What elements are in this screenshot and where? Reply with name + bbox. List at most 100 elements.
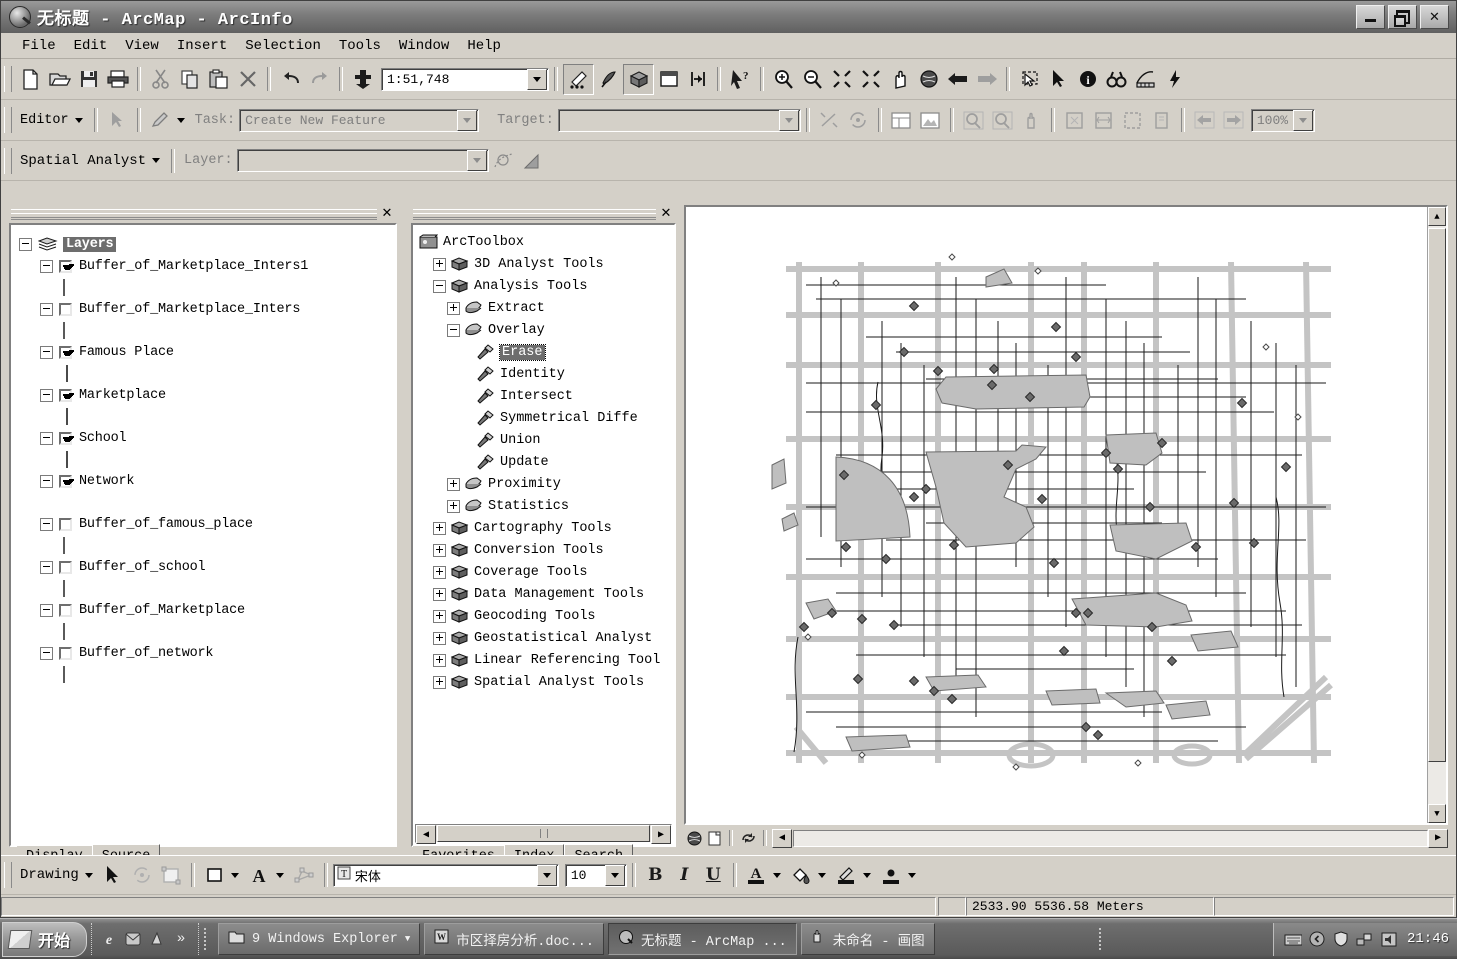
expander-plus-icon[interactable]: [447, 500, 460, 513]
toc-close-icon[interactable]: ✕: [379, 205, 395, 221]
copy-icon[interactable]: [175, 65, 204, 94]
chevron-down-icon[interactable]: [537, 865, 557, 886]
menu-edit[interactable]: Edit: [65, 36, 117, 56]
cut-icon[interactable]: [146, 65, 175, 94]
go-forward-extent-icon[interactable]: [1219, 106, 1248, 135]
font-color-icon[interactable]: A: [742, 861, 771, 890]
redo-icon[interactable]: [305, 65, 334, 94]
layer-symbol-swatch[interactable]: [63, 495, 64, 510]
edit-target-combo[interactable]: [558, 109, 801, 132]
georef-zoom-out-icon[interactable]: [988, 106, 1017, 135]
layer-symbol-row[interactable]: [19, 578, 395, 599]
expander-minus-icon[interactable]: [447, 324, 460, 337]
layer-symbol-row[interactable]: [19, 621, 395, 642]
go-back-extent-icon[interactable]: [1190, 106, 1219, 135]
layer-symbol-swatch[interactable]: [63, 624, 65, 639]
fixed-zoom-out-icon[interactable]: [856, 65, 885, 94]
scroll-left-icon[interactable]: ◀: [416, 825, 436, 844]
arctoolbox-node-3d-analyst-tools[interactable]: 3D Analyst Tools: [419, 253, 674, 275]
keyboard-icon[interactable]: [1284, 930, 1302, 948]
select-elements-icon[interactable]: [1044, 65, 1073, 94]
marker-color-icon[interactable]: [877, 861, 906, 890]
expander-minus-icon[interactable]: [40, 647, 53, 660]
toc-layer-row[interactable]: Buffer_of_Marketplace: [19, 599, 395, 621]
network-icon[interactable]: [1356, 930, 1374, 948]
expander-minus-icon[interactable]: [19, 238, 32, 251]
chevron-down-icon[interactable]: [773, 873, 781, 878]
arctoolbox-icon[interactable]: [623, 64, 654, 95]
line-color-icon[interactable]: [832, 861, 861, 890]
toc-drag-bars[interactable]: [11, 209, 377, 220]
show-hidden-icons-icon[interactable]: [1308, 930, 1326, 948]
fixed-zoom-in-icon[interactable]: [827, 65, 856, 94]
new-text-icon[interactable]: A: [245, 861, 274, 890]
toc-layer-row[interactable]: Buffer_of_Marketplace_Inters: [19, 298, 395, 320]
layer-symbol-row[interactable]: [19, 363, 395, 384]
layer-symbol-swatch[interactable]: [63, 667, 65, 682]
internet-explorer-icon[interactable]: e: [99, 929, 119, 949]
start-button[interactable]: 开始: [2, 922, 87, 957]
add-data-icon[interactable]: [348, 65, 377, 94]
refresh-view-icon[interactable]: [738, 829, 758, 848]
toc-layer-row[interactable]: Buffer_of_network: [19, 642, 395, 664]
menu-selection[interactable]: Selection: [236, 36, 330, 56]
hscroll-thumb[interactable]: [437, 825, 650, 842]
expander-plus-icon[interactable]: [433, 676, 446, 689]
arctoolbox-node-statistics[interactable]: Statistics: [419, 495, 674, 517]
toc-layer-row[interactable]: Buffer_of_Marketplace_Inters1: [19, 255, 395, 277]
toc-layer-row[interactable]: Famous Place: [19, 341, 395, 363]
layer-visibility-checkbox[interactable]: [59, 260, 72, 273]
split-tool-icon[interactable]: [815, 106, 844, 135]
expander-minus-icon[interactable]: [40, 561, 53, 574]
arctoolbox-body[interactable]: ArcToolbox 3D Analyst ToolsAnalysis Tool…: [411, 223, 676, 847]
layer-visibility-checkbox[interactable]: [59, 604, 72, 617]
lightning-icon[interactable]: [1160, 65, 1189, 94]
find-icon[interactable]: [1102, 65, 1131, 94]
layer-visibility-checkbox[interactable]: [59, 346, 72, 359]
toolbar-grip[interactable]: [4, 66, 12, 92]
arctoolbox-node-erase[interactable]: Erase: [419, 341, 674, 363]
chevron-down-icon[interactable]: [908, 873, 916, 878]
font-family-combo[interactable]: T 宋体: [333, 864, 559, 887]
arctoolbox-node-conversion-tools[interactable]: Conversion Tools: [419, 539, 674, 561]
expander-plus-icon[interactable]: [447, 478, 460, 491]
toc-layer-row[interactable]: Network: [19, 470, 395, 492]
italic-button[interactable]: I: [670, 861, 699, 890]
arctoolbox-root-row[interactable]: ArcToolbox: [419, 231, 674, 253]
expander-plus-icon[interactable]: [433, 544, 446, 557]
arctoolbox-node-extract[interactable]: Extract: [419, 297, 674, 319]
chevron-down-icon[interactable]: [457, 110, 477, 131]
arctoolbox-node-update[interactable]: Update: [419, 451, 674, 473]
expander-minus-icon[interactable]: [40, 432, 53, 445]
expander-minus-icon[interactable]: [40, 475, 53, 488]
arctoolbox-node-identity[interactable]: Identity: [419, 363, 674, 385]
expander-minus-icon[interactable]: [40, 389, 53, 402]
expander-plus-icon[interactable]: [447, 302, 460, 315]
map-scale-combo[interactable]: 1:51,748: [381, 68, 549, 91]
chevron-down-icon[interactable]: [75, 118, 83, 123]
toc-layer-row[interactable]: Buffer_of_famous_place: [19, 513, 395, 535]
arctoolbox-node-symmetrical-diffe[interactable]: Symmetrical Diffe: [419, 407, 674, 429]
minimize-button[interactable]: [1356, 5, 1385, 29]
expander-plus-icon[interactable]: [433, 258, 446, 271]
layer-symbol-row[interactable]: [19, 277, 395, 298]
zoom-out-icon[interactable]: [798, 65, 827, 94]
georef-pan-icon[interactable]: [1017, 106, 1046, 135]
expander-minus-icon[interactable]: [40, 260, 53, 273]
fit-width-icon[interactable]: [1089, 106, 1118, 135]
delete-icon[interactable]: [233, 65, 262, 94]
bold-button[interactable]: B: [641, 861, 670, 890]
layer-symbol-swatch[interactable]: [63, 323, 65, 338]
arctoolbox-hscrollbar[interactable]: ◀ ▶: [415, 824, 672, 843]
map-hscroll-track[interactable]: [793, 830, 1428, 847]
expander-plus-icon[interactable]: [433, 522, 446, 535]
chevron-down-icon[interactable]: [276, 873, 284, 878]
map-vertical-scrollbar[interactable]: ▲ ▼: [1427, 207, 1446, 823]
layer-symbol-row[interactable]: [19, 406, 395, 427]
arctoolbox-node-spatial-analyst-tools[interactable]: Spatial Analyst Tools: [419, 671, 674, 693]
chevron-down-icon[interactable]: [605, 865, 625, 886]
toolbar-grip[interactable]: [4, 107, 12, 133]
layer-visibility-checkbox[interactable]: [59, 518, 72, 531]
security-icon[interactable]: [1332, 930, 1350, 948]
select-elements-icon[interactable]: [99, 861, 128, 890]
